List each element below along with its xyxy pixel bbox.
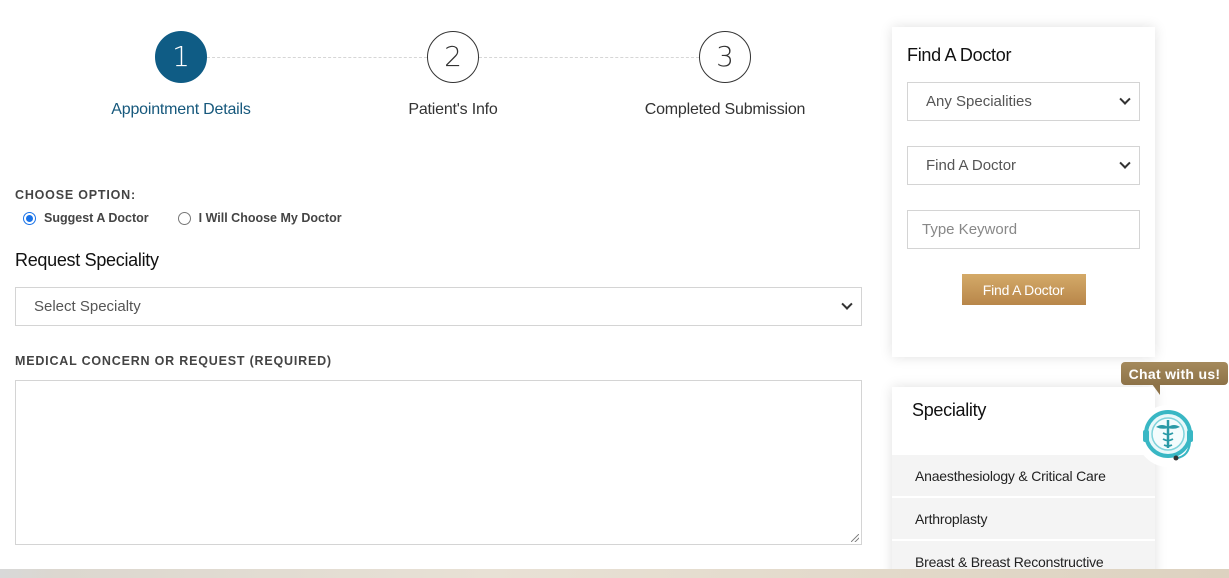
speciality-title: Speciality xyxy=(912,400,987,420)
bottom-strip xyxy=(0,569,1229,578)
step-1: 1 Appointment Details xyxy=(81,31,281,119)
speciality-list: Anaesthesiology & Critical Care Arthropl… xyxy=(892,455,1155,578)
speciality-item[interactable]: Anaesthesiology & Critical Care xyxy=(892,455,1155,498)
choose-option-label: CHOOSE OPTION: xyxy=(15,188,136,202)
step-label: Appointment Details xyxy=(111,101,251,118)
doctor-filter-select[interactable]: Find A Doctor xyxy=(907,146,1140,185)
keyword-placeholder: Type Keyword xyxy=(922,221,1018,238)
option-radio-group: Suggest A Doctor I Will Choose My Doctor xyxy=(15,211,862,225)
find-doctor-widget: Find A Doctor Any Specialities Find A Do… xyxy=(892,27,1155,357)
radio-button-checked[interactable] xyxy=(23,211,36,225)
find-doctor-button[interactable]: Find A Doctor xyxy=(961,274,1086,305)
speciality-filter-value: Any Specialities xyxy=(926,93,1032,110)
medical-concern-textarea[interactable] xyxy=(15,380,862,545)
choose-doctor-option[interactable]: I Will Choose My Doctor xyxy=(177,211,342,225)
step-number: 1 xyxy=(155,31,207,83)
step-2: 2 Patient's Info xyxy=(353,31,553,119)
find-doctor-title: Find A Doctor xyxy=(907,45,1012,65)
step-label: Completed Submission xyxy=(644,101,806,118)
radio-label: Suggest A Doctor xyxy=(44,211,149,225)
chat-support-icon[interactable] xyxy=(1137,405,1199,467)
doctor-filter-value: Find A Doctor xyxy=(926,157,1017,174)
speciality-item[interactable]: Arthroplasty xyxy=(892,498,1155,541)
chevron-down-icon xyxy=(1119,93,1131,105)
step-3: 3 Completed Submission xyxy=(625,31,825,119)
step-number: 2 xyxy=(427,31,479,83)
resize-handle-icon[interactable] xyxy=(851,534,859,542)
medical-concern-label: MEDICAL CONCERN OR REQUEST (REQUIRED) xyxy=(15,354,332,368)
progress-stepper: 1 Appointment Details 2 Patient's Info 3… xyxy=(0,0,880,140)
chat-with-us-button[interactable]: Chat with us! xyxy=(1121,362,1228,385)
step-number: 3 xyxy=(699,31,751,83)
caduceus-headset-icon xyxy=(1143,410,1193,461)
specialty-select-value: Select Specialty xyxy=(34,298,141,315)
request-speciality-title: Request Speciality xyxy=(15,250,159,270)
appointment-form: CHOOSE OPTION: Suggest A Doctor I Will C… xyxy=(15,188,862,545)
chevron-down-icon xyxy=(1119,157,1131,169)
speciality-panel: Speciality Anaesthesiology & Critical Ca… xyxy=(892,387,1155,578)
speciality-filter-select[interactable]: Any Specialities xyxy=(907,82,1140,121)
specialty-select[interactable]: Select Specialty xyxy=(15,287,862,326)
radio-button[interactable] xyxy=(177,211,191,225)
suggest-doctor-option[interactable]: Suggest A Doctor xyxy=(23,211,149,225)
chevron-down-icon xyxy=(841,298,853,310)
step-label: Patient's Info xyxy=(408,101,498,118)
radio-label: I Will Choose My Doctor xyxy=(198,211,342,225)
keyword-input[interactable]: Type Keyword xyxy=(907,210,1140,249)
chat-bubble-tail xyxy=(1152,384,1160,395)
